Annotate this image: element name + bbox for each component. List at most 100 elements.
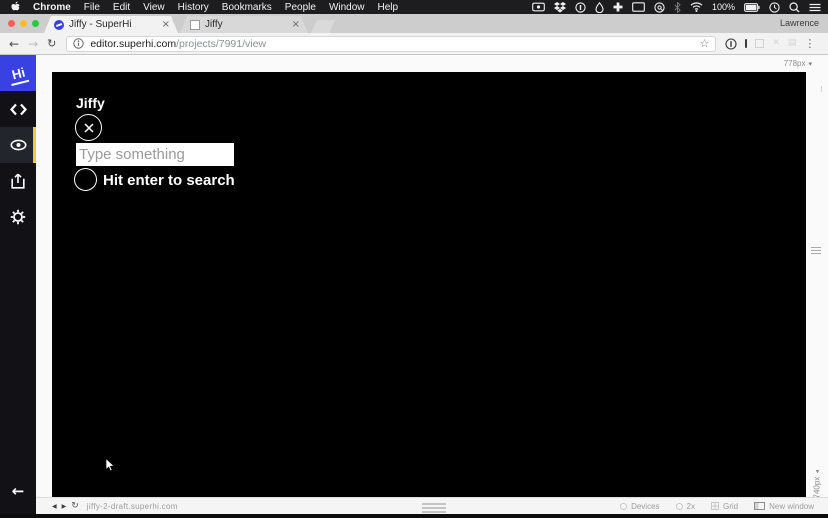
share-upload-icon — [11, 173, 25, 189]
apple-menu-icon[interactable] — [11, 1, 21, 13]
eye-icon — [10, 139, 27, 151]
search-hint-text: Hit enter to search — [103, 172, 235, 189]
menu-people[interactable]: People — [285, 2, 316, 13]
dropbox-icon[interactable] — [554, 2, 566, 13]
extension-bar-icon[interactable] — [745, 39, 747, 48]
preview-back-button[interactable]: ◀ — [52, 503, 57, 510]
preview-url[interactable]: jiffy-2-draft.superhi.com — [87, 502, 178, 511]
bluetooth-icon[interactable] — [674, 2, 681, 13]
battery-icon[interactable] — [744, 3, 760, 12]
menu-help[interactable]: Help — [378, 2, 399, 13]
grid-toggle[interactable]: Grid — [711, 502, 738, 511]
spotlight-search-icon[interactable] — [789, 2, 800, 13]
gear-icon — [10, 209, 26, 225]
tab-close-icon[interactable]: × — [162, 19, 170, 30]
retina-toggle-dot — [676, 503, 683, 510]
chevron-down-icon: ▾ — [815, 468, 819, 476]
search-hint-circle — [74, 168, 97, 191]
menu-history[interactable]: History — [178, 2, 209, 13]
tab-close-icon[interactable]: × — [292, 19, 300, 30]
chrome-toolbar: ← → ↻ editor.superhi.com/projects/7991/v… — [0, 33, 828, 55]
zoom-window-button[interactable] — [32, 20, 39, 27]
screen-record-icon[interactable] — [532, 2, 545, 12]
droplet-icon[interactable] — [595, 2, 604, 13]
menu-bookmarks[interactable]: Bookmarks — [222, 2, 272, 13]
devices-toggle-dot — [620, 503, 627, 510]
battery-percent[interactable]: 100% — [712, 2, 735, 12]
extension-icons: ✕ ▤ — [725, 38, 796, 50]
superhi-editor: Hi ← 778px ▾ Jiffy Hit enter to search 7… — [0, 55, 828, 518]
canvas-resize-handle[interactable] — [811, 247, 821, 254]
bookmark-star-icon[interactable]: ☆ — [699, 37, 709, 50]
tab-title: Jiffy - SuperHi — [69, 19, 158, 30]
extension-faded-icon[interactable]: ✕ — [772, 39, 780, 48]
superhi-logo-text: Hi — [10, 64, 26, 82]
preview-forward-button[interactable]: ▶ — [62, 503, 67, 510]
profile-name[interactable]: Lawrence — [780, 18, 819, 28]
site-heading: Jiffy — [76, 95, 105, 111]
back-to-dashboard-button[interactable]: ← — [0, 476, 36, 506]
close-window-button[interactable] — [8, 20, 15, 27]
site-info-icon[interactable] — [73, 38, 84, 49]
site-close-button[interactable] — [75, 114, 102, 141]
extension-faded-icon[interactable]: ▤ — [788, 39, 797, 48]
window-manager-icon[interactable] — [632, 2, 645, 12]
canvas-width-control[interactable]: 778px ▾ — [784, 59, 812, 68]
document-favicon — [190, 20, 200, 30]
devices-label: Devices — [631, 502, 659, 511]
grid-icon — [711, 502, 719, 510]
menu-app-name[interactable]: Chrome — [33, 2, 71, 13]
new-tab-button[interactable] — [311, 20, 335, 33]
menu-window[interactable]: Window — [329, 2, 365, 13]
health-plus-icon[interactable] — [613, 2, 623, 12]
chevron-down-icon: ▾ — [808, 60, 812, 68]
wifi-icon[interactable] — [690, 2, 703, 12]
retina-label: 2x — [687, 502, 695, 511]
canvas-height-control[interactable]: 740px ▾ — [813, 449, 822, 499]
superhi-logo[interactable]: Hi — [0, 55, 36, 91]
ruler-tick — [821, 86, 822, 92]
onepassword-extension-icon[interactable] — [725, 38, 737, 50]
retina-toggle[interactable]: 2x — [676, 502, 695, 511]
sidebar-item-preview[interactable] — [0, 127, 36, 163]
preview-controls: Devices 2x Grid New window — [620, 502, 828, 511]
new-window-button[interactable]: New window — [754, 502, 814, 511]
mouse-cursor — [105, 458, 116, 472]
url-path: /projects/7991/view — [176, 38, 266, 50]
back-button[interactable]: ← — [9, 38, 19, 50]
extension-square-icon[interactable] — [755, 39, 764, 48]
menu-file[interactable]: File — [84, 2, 100, 13]
menu-edit[interactable]: Edit — [113, 2, 130, 13]
sidebar-item-share[interactable] — [0, 163, 36, 199]
tab-title: Jiffy — [205, 19, 288, 30]
new-window-icon — [754, 502, 765, 510]
minimize-window-button[interactable] — [20, 20, 27, 27]
devices-toggle[interactable]: Devices — [620, 502, 659, 511]
address-bar[interactable]: editor.superhi.com/projects/7991/view ☆ — [66, 36, 716, 52]
circle-q-icon[interactable] — [654, 2, 665, 13]
bottom-drag-handle[interactable] — [422, 503, 446, 513]
sidebar-item-settings[interactable] — [0, 199, 36, 235]
forward-button[interactable]: → — [28, 38, 38, 50]
clock-icon[interactable] — [769, 2, 780, 13]
onepassword-icon[interactable] — [575, 2, 586, 13]
tab-jiffy-superhi[interactable]: Jiffy - SuperHi × — [44, 16, 178, 33]
chrome-menu-icon[interactable]: ⋮ — [804, 37, 815, 50]
superhi-favicon — [54, 20, 64, 30]
grid-label: Grid — [723, 502, 738, 511]
sidebar-item-code[interactable] — [0, 91, 36, 127]
menu-view[interactable]: View — [143, 2, 165, 13]
url-text: editor.superhi.com/projects/7991/view — [90, 38, 266, 50]
tab-jiffy[interactable]: Jiffy × — [180, 16, 308, 33]
code-icon — [10, 103, 27, 116]
notification-center-icon[interactable] — [809, 3, 821, 12]
new-window-label: New window — [769, 502, 814, 511]
chrome-tab-bar: Jiffy - SuperHi × Jiffy × Lawrence — [0, 14, 828, 33]
status-icon-tray: 100% — [532, 2, 828, 13]
close-x-icon — [84, 123, 94, 133]
search-input[interactable] — [76, 143, 234, 166]
bottom-edge-strip — [0, 514, 828, 518]
canvas-width-value: 778px — [784, 59, 806, 68]
preview-refresh-button[interactable]: ↻ — [71, 501, 79, 511]
refresh-button[interactable]: ↻ — [47, 38, 56, 49]
